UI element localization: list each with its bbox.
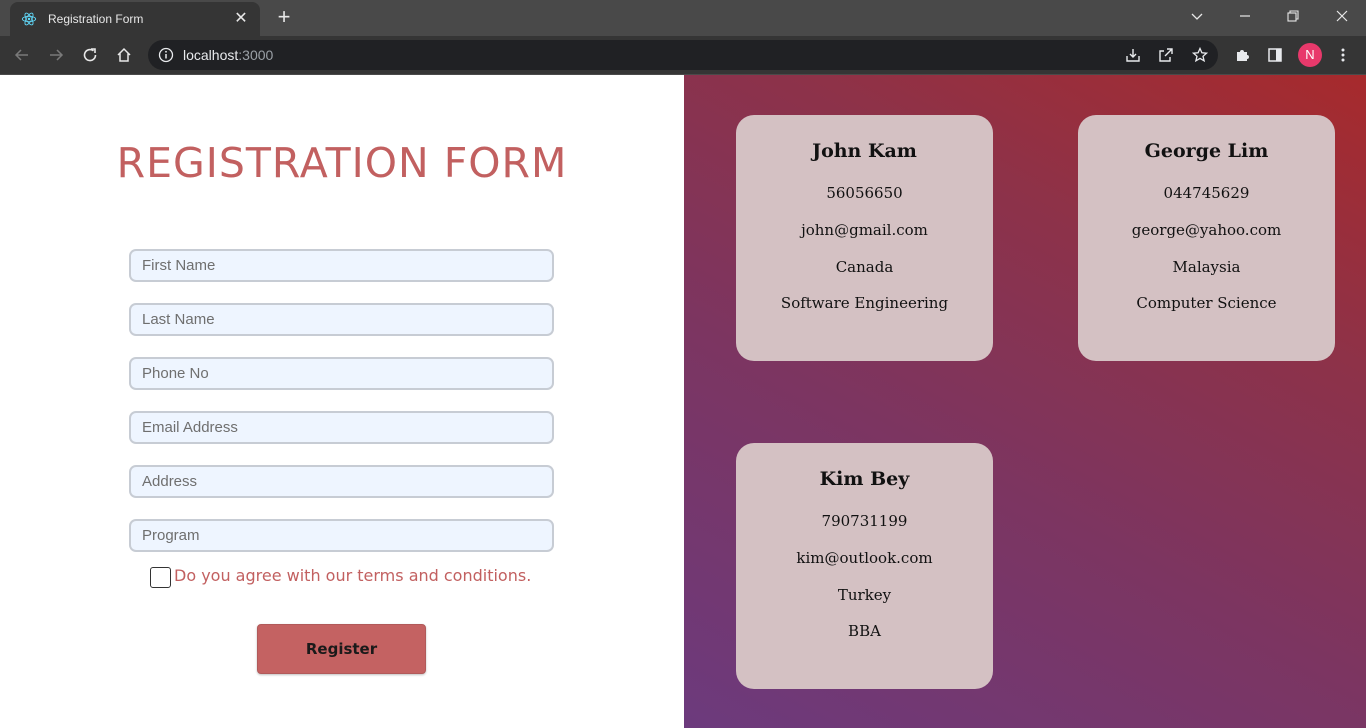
browser-toolbar: localhost:3000 N [0,36,1366,74]
arrow-right-icon [50,49,64,61]
home-icon [117,47,131,62]
share-icon [1159,48,1173,62]
student-card: George Lim 044745629 george@yahoo.com Ma… [1078,115,1335,361]
install-app-button[interactable] [1122,44,1144,66]
reload-icon [83,48,97,62]
address-bar[interactable]: localhost:3000 [148,40,1218,70]
address-input[interactable] [129,465,554,498]
terms-label: Do you agree with our terms and conditio… [174,566,532,585]
card-name: Kim Bey [819,468,910,490]
card-email: john@gmail.com [801,221,928,239]
card-name: George Lim [1144,140,1269,162]
bookmark-button[interactable] [1189,44,1211,66]
kebab-menu-icon [1341,48,1345,62]
minimize-icon [1240,15,1250,17]
first-name-input[interactable] [129,249,554,282]
reload-button[interactable] [76,41,104,69]
react-icon [20,10,38,28]
side-panel-button[interactable] [1261,41,1289,69]
student-card: Kim Bey 790731199 kim@outlook.com Turkey… [736,443,993,689]
url-text: localhost:3000 [183,47,273,63]
url-port: :3000 [238,47,274,63]
card-phone: 56056650 [826,184,903,202]
forward-button[interactable] [42,41,70,69]
home-button[interactable] [110,41,138,69]
profile-avatar[interactable]: N [1298,43,1322,67]
arrow-left-icon [14,49,28,61]
card-program: Software Engineering [780,294,949,312]
browser-tab[interactable]: Registration Form ✕ [10,2,260,36]
star-icon [1192,47,1208,63]
close-window-button[interactable] [1319,0,1365,32]
program-input[interactable] [129,519,554,552]
install-icon [1126,49,1140,62]
card-email: george@yahoo.com [1131,221,1282,239]
card-country: Malaysia [1172,258,1241,276]
browser-tab-strip: Registration Form ✕ + [0,0,1366,36]
extensions-button[interactable] [1228,41,1256,69]
phone-input[interactable] [129,357,554,390]
tab-title: Registration Form [48,12,144,26]
tab-search-button[interactable] [1174,0,1220,32]
back-button[interactable] [8,41,36,69]
register-button[interactable]: Register [257,624,426,674]
share-button[interactable] [1155,44,1177,66]
registration-panel: REGISTRATION FORM Do you agree with our … [0,75,684,728]
puzzle-icon [1237,50,1249,61]
tab-close-icon[interactable]: ✕ [232,10,250,28]
minimize-button[interactable] [1222,0,1268,32]
close-icon [1336,10,1348,22]
side-panel-icon [1268,48,1282,62]
page-title: REGISTRATION FORM [116,139,568,187]
card-program: BBA [848,622,881,640]
cards-panel: John Kam 56056650 john@gmail.com Canada … [684,75,1366,728]
restore-icon [1287,10,1299,22]
last-name-input[interactable] [129,303,554,336]
restore-button[interactable] [1270,0,1316,32]
email-input[interactable] [129,411,554,444]
chevron-down-icon [1191,13,1203,20]
card-country: Turkey [837,586,892,604]
card-country: Canada [835,258,894,276]
card-phone: 044745629 [1163,184,1250,202]
info-icon[interactable] [158,47,174,63]
menu-button[interactable] [1329,41,1357,69]
card-email: kim@outlook.com [796,549,933,567]
url-host: localhost [183,47,239,63]
terms-checkbox[interactable] [150,567,171,588]
student-card: John Kam 56056650 john@gmail.com Canada … [736,115,993,361]
card-program: Computer Science [1136,294,1277,312]
new-tab-button[interactable]: + [272,6,296,30]
card-name: John Kam [812,140,917,162]
card-phone: 790731199 [821,512,908,530]
